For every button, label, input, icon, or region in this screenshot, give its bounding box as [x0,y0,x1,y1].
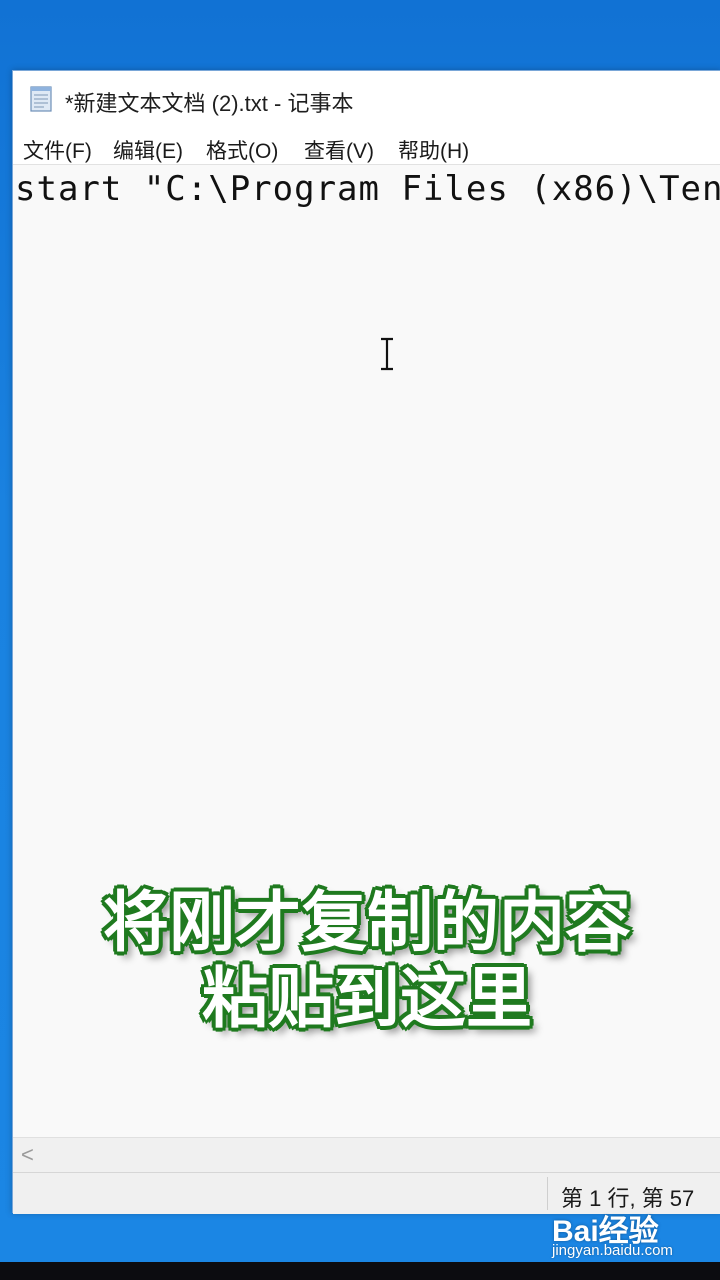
horizontal-scrollbar[interactable]: < [13,1137,720,1172]
menu-bar: 文件(F) 编辑(E) 格式(O) 查看(V) 帮助(H) [13,127,720,165]
menu-file[interactable]: 文件(F) [21,133,94,167]
tutorial-caption: 将刚才复制的内容 粘贴到这里 [13,885,720,1037]
notepad-icon [29,84,55,112]
taskbar-edge [0,1262,720,1280]
text-cursor-icon [377,337,397,371]
editor-line-1[interactable]: start "C:\Program Files (x86)\Ten [15,169,720,209]
watermark-url: jingyan.baidu.com [552,1242,673,1259]
title-bar[interactable]: *新建文本文档 (2).txt - 记事本 [13,71,720,125]
caption-line-2: 粘贴到这里 [202,960,532,1037]
baidu-watermark: Bai经验 jingyan.baidu.com [552,1206,712,1262]
caption-line-1: 将刚才复制的内容 [103,884,631,961]
notepad-window: *新建文本文档 (2).txt - 记事本 文件(F) 编辑(E) 格式(O) … [12,70,720,1214]
menu-help[interactable]: 帮助(H) [396,133,471,167]
menu-view[interactable]: 查看(V) [302,133,376,167]
menu-format[interactable]: 格式(O) [204,133,280,167]
text-editor[interactable]: start "C:\Program Files (x86)\Ten 将刚才复制的… [13,164,720,1137]
window-title: *新建文本文档 (2).txt - 记事本 [65,91,354,116]
status-divider [547,1177,548,1210]
scroll-left-arrow-icon[interactable]: < [21,1142,34,1168]
menu-edit[interactable]: 编辑(E) [111,133,185,167]
